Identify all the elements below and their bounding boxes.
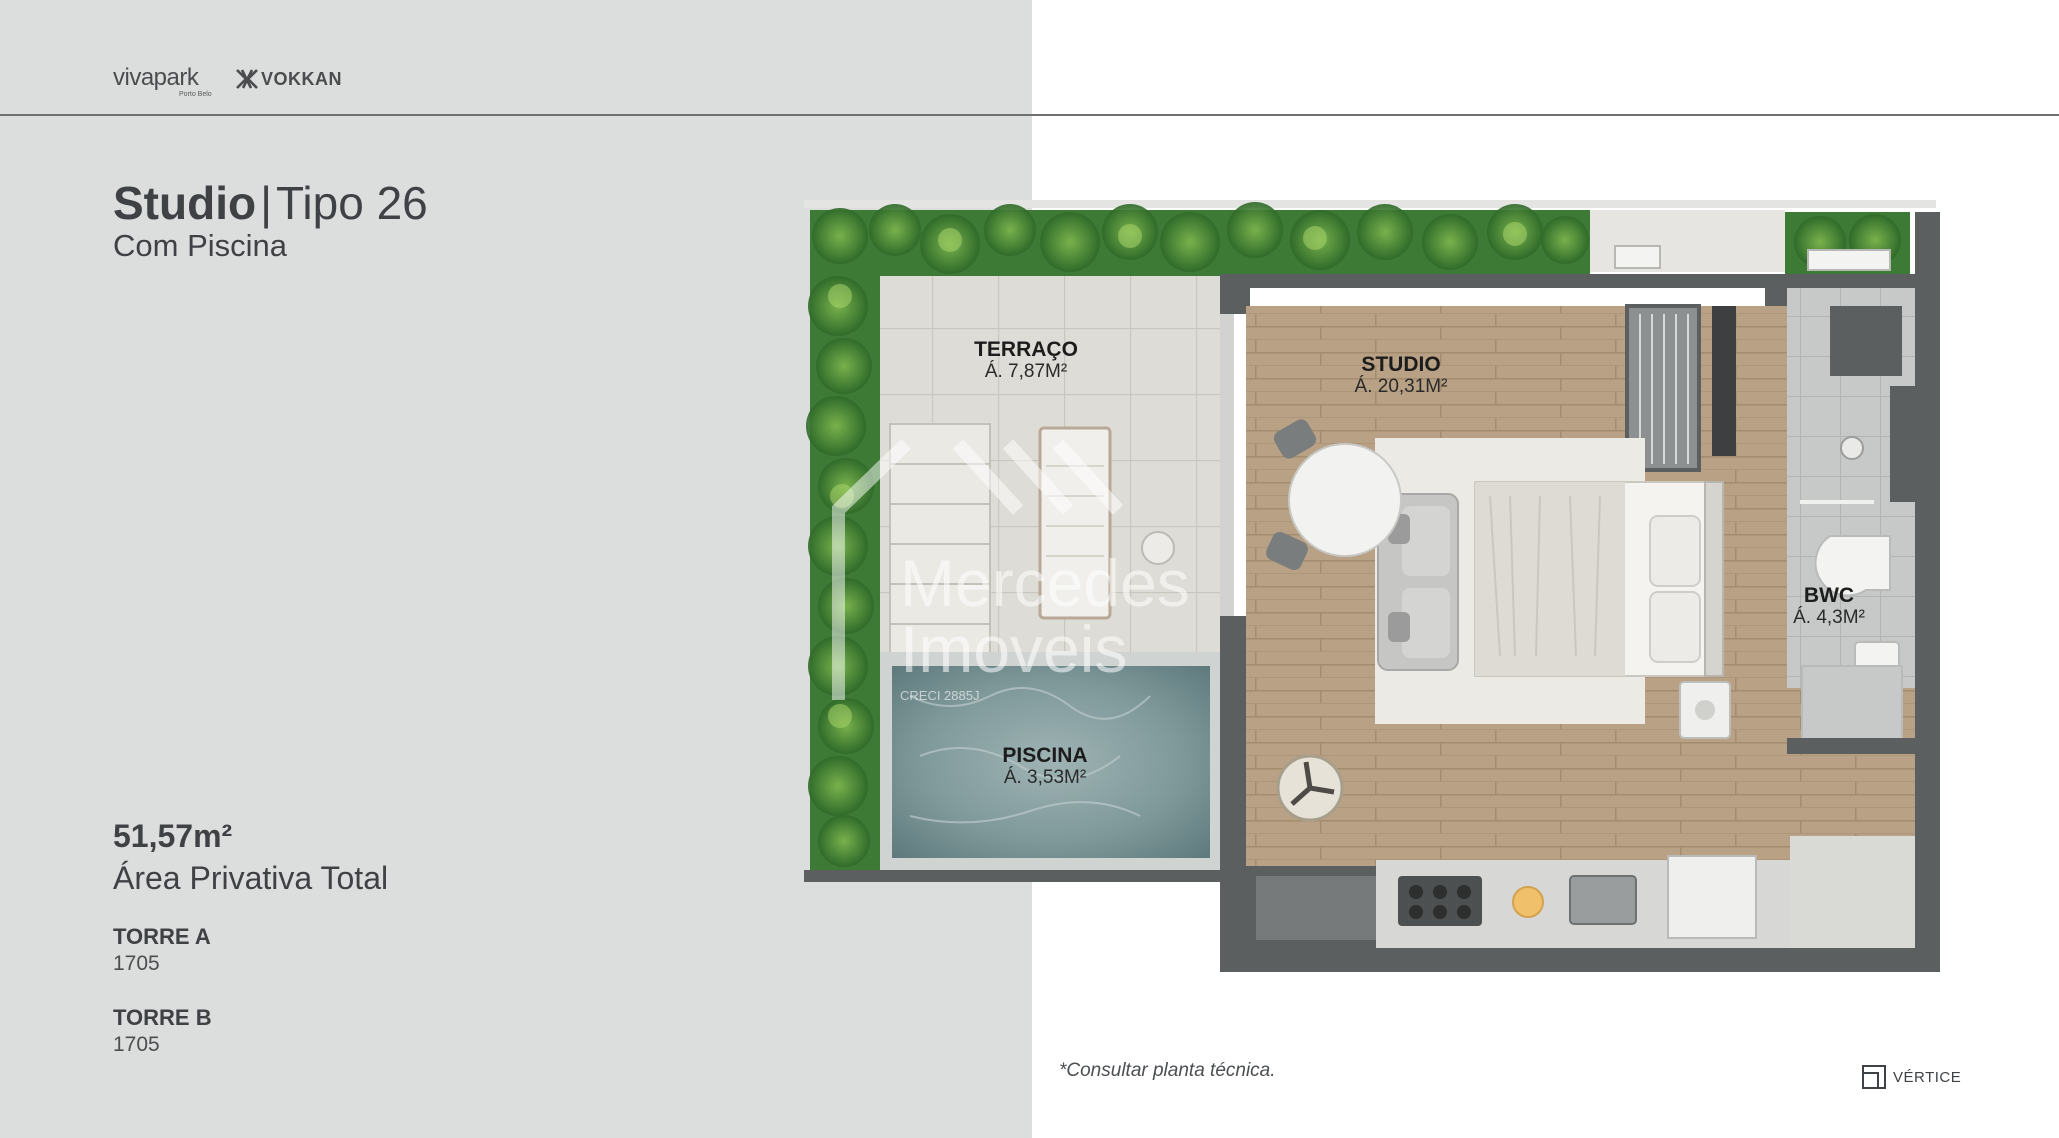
unit-title: Studio|Tipo 26 xyxy=(113,176,428,230)
tower-b-unit: 1705 xyxy=(113,1033,160,1056)
room-label-studio: STUDIO Á. 20,31M² xyxy=(1355,353,1448,397)
vivapark-logo-subtext: Porto Belo xyxy=(179,91,212,98)
terrace-stairs xyxy=(889,423,991,665)
header-divider xyxy=(0,114,2059,116)
tower-a-unit: 1705 xyxy=(113,952,160,975)
room-label-piscina: PISCINA Á. 3,53M² xyxy=(1002,744,1087,788)
glass-divider xyxy=(1220,280,1234,660)
terraco-area: Á. 7,87M² xyxy=(985,361,1067,382)
piscina-label: PISCINA xyxy=(1002,744,1087,767)
studio-label: STUDIO xyxy=(1361,353,1440,376)
sun-lounger xyxy=(1038,426,1112,620)
unit-subtitle: Com Piscina xyxy=(113,228,287,263)
vokkan-logo-text: VOKKAN xyxy=(261,68,343,89)
vertice-logo: VÉRTICE xyxy=(1861,1064,1961,1090)
room-label-terraco: TERRAÇO Á. 7,87M² xyxy=(974,338,1078,382)
vertice-mark-icon xyxy=(1862,1065,1886,1089)
vokkan-logo: VOKKAN xyxy=(235,66,342,92)
bwc-label: BWC xyxy=(1804,584,1854,607)
shelf-top-2 xyxy=(1807,249,1891,271)
tower-a-name: TORRE A xyxy=(113,924,211,949)
unit-type: Tipo 26 xyxy=(276,177,428,229)
vertice-logo-text: VÉRTICE xyxy=(1893,1068,1962,1086)
side-table xyxy=(1141,531,1175,565)
plan-outer-frame xyxy=(804,200,1936,208)
terrace-bottom-edge xyxy=(804,870,1224,882)
vivapark-logo-text: vivapark xyxy=(113,64,199,91)
tower-b-name: TORRE B xyxy=(113,1005,212,1030)
floor-plan: TERRAÇO Á. 7,87M² STUDIO Á. 20,31M² BWC … xyxy=(804,200,1940,972)
vivapark-logo: vivapark Porto Belo xyxy=(113,64,212,98)
studio-area: Á. 20,31M² xyxy=(1355,376,1448,397)
piscina-area: Á. 3,53M² xyxy=(1004,767,1086,788)
total-area-label: Área Privativa Total xyxy=(113,860,389,896)
shelf-top-1 xyxy=(1614,245,1661,269)
bed xyxy=(1474,481,1724,677)
nightstand xyxy=(1679,681,1731,739)
title-separator: | xyxy=(260,177,273,229)
floor-fan xyxy=(1276,754,1344,822)
total-area-value: 51,57m² xyxy=(113,818,233,854)
terraco-label: TERRAÇO xyxy=(974,338,1078,361)
unit-name: Studio xyxy=(113,177,257,229)
vokkan-mark-icon xyxy=(236,69,258,89)
technical-note: *Consultar planta técnica. xyxy=(1059,1060,1276,1081)
bwc-area: Á. 4,3M² xyxy=(1793,607,1865,628)
bathroom xyxy=(1787,288,1915,754)
